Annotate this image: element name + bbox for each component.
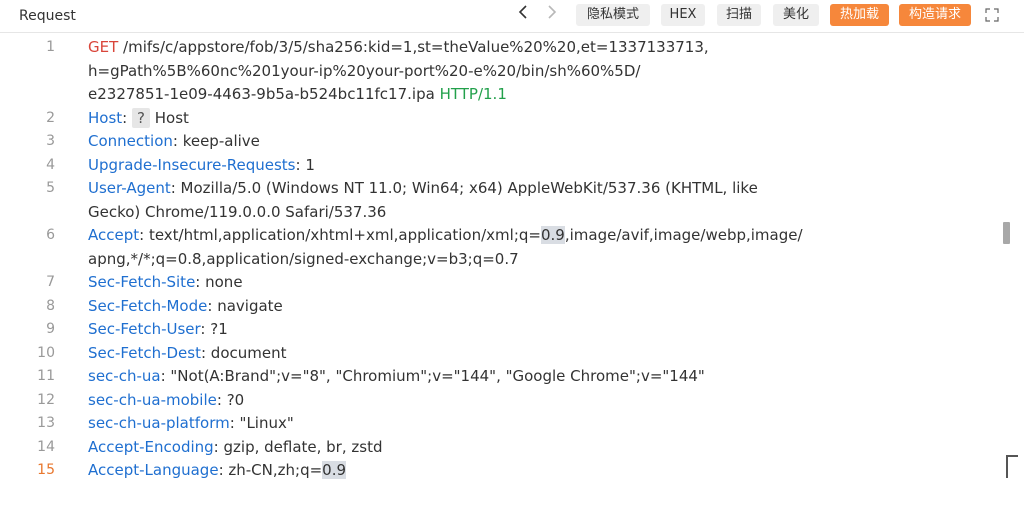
request-path: /mifs/c/appstore/fob/3/5/sha256:kid=1,st… [123, 38, 709, 56]
expand-icon[interactable] [984, 7, 1002, 25]
header-name: sec-ch-ua [88, 367, 161, 385]
back-button[interactable] [515, 5, 533, 25]
header-value: keep-alive [182, 132, 260, 150]
header-value: ,image/avif,image/webp,image/ [564, 226, 803, 244]
header-name: sec-ch-ua-platform [88, 414, 230, 432]
line-number: 4 [46, 156, 55, 173]
header-name: sec-ch-ua-mobile [88, 390, 217, 409]
header-name: User-Agent [88, 179, 171, 197]
header-value: Mozilla/5.0 (Windows NT 11.0; Win64; x64… [180, 179, 758, 197]
header-name: Upgrade-Insecure-Requests [88, 155, 296, 174]
header-name: Host [88, 108, 123, 127]
header-value: 1 [305, 155, 315, 174]
line-number: 1 [46, 39, 55, 55]
header-value: none [205, 273, 243, 291]
line-number: 3 [46, 133, 55, 149]
line-number: 6 [46, 227, 55, 243]
header-name: Sec-Fetch-Site [88, 273, 196, 291]
build-request-button[interactable]: 构造请求 [899, 4, 971, 26]
line-number-active: 15 [37, 462, 55, 478]
header-value: ?1 [210, 320, 228, 338]
header-value: "Not(A:Brand";v="8", "Chromium";v="144",… [170, 367, 705, 385]
line-number: 2 [46, 109, 55, 126]
header-value: zh-CN,zh;q= [228, 461, 323, 479]
header-name: Accept [88, 226, 140, 244]
header-name: Connection [88, 132, 173, 150]
editor-toolbar: Request 隐私模式 HEX 扫描 美化 热加载 构造请求 [0, 0, 1024, 33]
header-value-continued: apng,*/*;q=0.8,application/signed-exchan… [88, 249, 519, 268]
header-name: Accept-Language [88, 461, 219, 479]
hex-button[interactable]: HEX [661, 4, 705, 26]
text-cursor-icon [1006, 455, 1018, 478]
line-number: 9 [46, 321, 55, 337]
forward-button[interactable] [543, 5, 561, 25]
header-value-continued: Gecko) Chrome/119.0.0.0 Safari/537.36 [88, 202, 387, 221]
line-number: 13 [37, 415, 55, 431]
request-path-continued: h=gPath%5B%60nc%201your-ip%20your-port%2… [88, 61, 641, 80]
line-number: 5 [46, 180, 55, 196]
header-value: ?0 [226, 390, 245, 409]
header-value: navigate [217, 296, 283, 315]
http-protocol: HTTP/1.1 [439, 85, 507, 103]
beautify-button[interactable]: 美化 [773, 4, 819, 26]
private-mode-button[interactable]: 隐私模式 [576, 4, 650, 26]
line-number: 10 [37, 344, 55, 361]
vertical-scrollbar[interactable] [1003, 222, 1010, 244]
chevron-right-icon [548, 5, 557, 19]
http-method: GET [88, 38, 119, 56]
hot-load-button[interactable]: 热加载 [830, 4, 889, 26]
line-number: 7 [46, 274, 55, 290]
header-value: "Linux" [239, 414, 294, 432]
placeholder-badge[interactable]: ? [131, 107, 150, 128]
chevron-left-icon [518, 5, 527, 19]
request-editor[interactable]: 1 GET /mifs/c/appstore/fob/3/5/sha256:ki… [0, 32, 1024, 505]
header-value: gzip, deflate, br, zstd [223, 437, 383, 456]
line-number: 11 [37, 368, 55, 384]
header-value: document [210, 343, 287, 362]
panel-title: Request [19, 8, 76, 24]
header-value: Host [154, 108, 189, 127]
header-name: Sec-Fetch-Mode [88, 296, 208, 315]
scan-button[interactable]: 扫描 [717, 4, 761, 26]
line-number: 12 [37, 391, 55, 408]
header-name: Sec-Fetch-User [88, 320, 201, 338]
line-number: 14 [37, 438, 55, 455]
highlight-match: 0.9 [322, 461, 347, 479]
highlight-match: 0.9 [540, 226, 565, 244]
header-name: Sec-Fetch-Dest [88, 343, 201, 362]
line-number: 8 [46, 297, 55, 314]
header-value: text/html,application/xhtml+xml,applicat… [148, 226, 541, 244]
header-name: Accept-Encoding [88, 437, 214, 456]
request-path-end: e2327851-1e09-4463-9b5a-b524bc11fc17.ipa [88, 85, 435, 103]
